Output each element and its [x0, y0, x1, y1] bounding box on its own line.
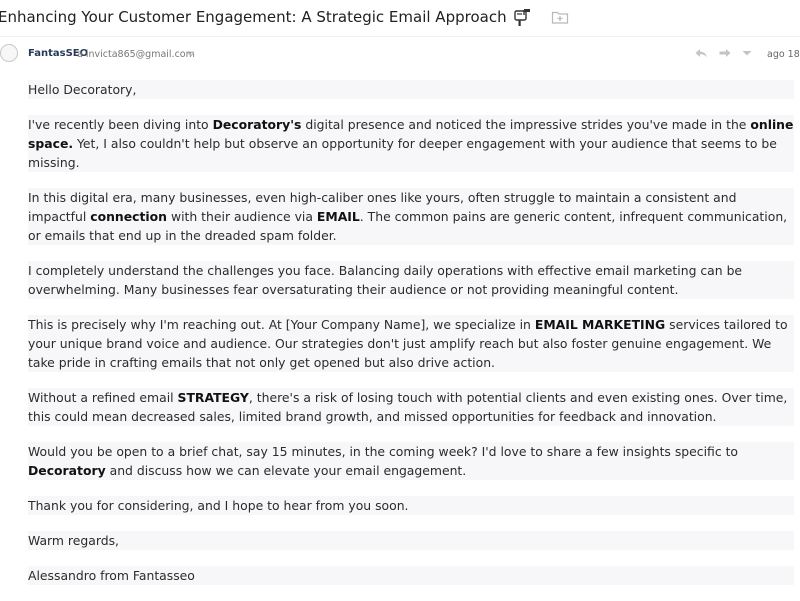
greeting-paragraph: Hello Decoratory, [28, 80, 794, 99]
email-subject: Enhancing Your Customer Engagement: A St… [0, 8, 507, 26]
forward-icon[interactable] [718, 47, 732, 59]
body-paragraph: I completely understand the challenges y… [28, 261, 794, 299]
bold-text: Decoratory [28, 463, 106, 478]
body-paragraph: This is precisely why I'm reaching out. … [28, 315, 794, 372]
closing-paragraph: Warm regards, [28, 531, 794, 550]
email-date: ago 18 [767, 49, 800, 60]
signature-text: Alessandro from Fantasseo [28, 568, 195, 583]
body-text: Thank you for considering, and I hope to… [28, 498, 409, 513]
body-paragraph: Would you be open to a brief chat, say 1… [28, 442, 794, 480]
chevron-down-icon[interactable] [186, 49, 196, 59]
signature-paragraph: Alessandro from Fantasseo [28, 566, 794, 585]
reply-icon[interactable] [694, 47, 708, 59]
body-text: This is precisely why I'm reaching out. … [28, 317, 535, 332]
body-text: Would you be open to a brief chat, say 1… [28, 444, 739, 459]
greeting-text: Hello Decoratory, [28, 82, 137, 97]
bold-text: EMAIL [316, 209, 360, 224]
body-text: I've recently been diving into [28, 117, 213, 132]
bold-text: connection [90, 209, 168, 224]
bold-text: STRATEGY [177, 390, 249, 405]
body-paragraph: I've recently been diving into Decorator… [28, 115, 794, 172]
mailbox-icon [513, 9, 530, 26]
move-to-folder-icon[interactable] [551, 9, 569, 25]
subject-bar: Enhancing Your Customer Engagement: A St… [0, 4, 569, 30]
body-text: Without a refined email [28, 390, 178, 405]
body-paragraph: Thank you for considering, and I hope to… [28, 496, 794, 515]
bold-text: Decoratory's [212, 117, 302, 132]
email-body: Hello Decoratory, I've recently been div… [28, 80, 794, 601]
header-divider [0, 36, 800, 37]
body-paragraph: In this digital era, many businesses, ev… [28, 188, 794, 245]
body-paragraph: Without a refined email STRATEGY, there'… [28, 388, 794, 426]
bold-text: EMAIL MARKETING [534, 317, 666, 332]
body-text: digital presence and noticed the impress… [301, 117, 751, 132]
more-chevron-icon[interactable] [740, 47, 754, 59]
body-text: Yet, I also couldn't help but observe an… [28, 136, 777, 170]
sender-row: FantasSEO a invicta865@gmail.com ago 18 [0, 44, 800, 66]
avatar[interactable] [0, 44, 18, 62]
closing-text: Warm regards, [28, 533, 119, 548]
body-text: I completely understand the challenges y… [28, 263, 743, 297]
body-text: with their audience via [167, 209, 317, 224]
recipient-address: a invicta865@gmail.com [77, 49, 195, 60]
body-text: and discuss how we can elevate your emai… [105, 463, 467, 478]
